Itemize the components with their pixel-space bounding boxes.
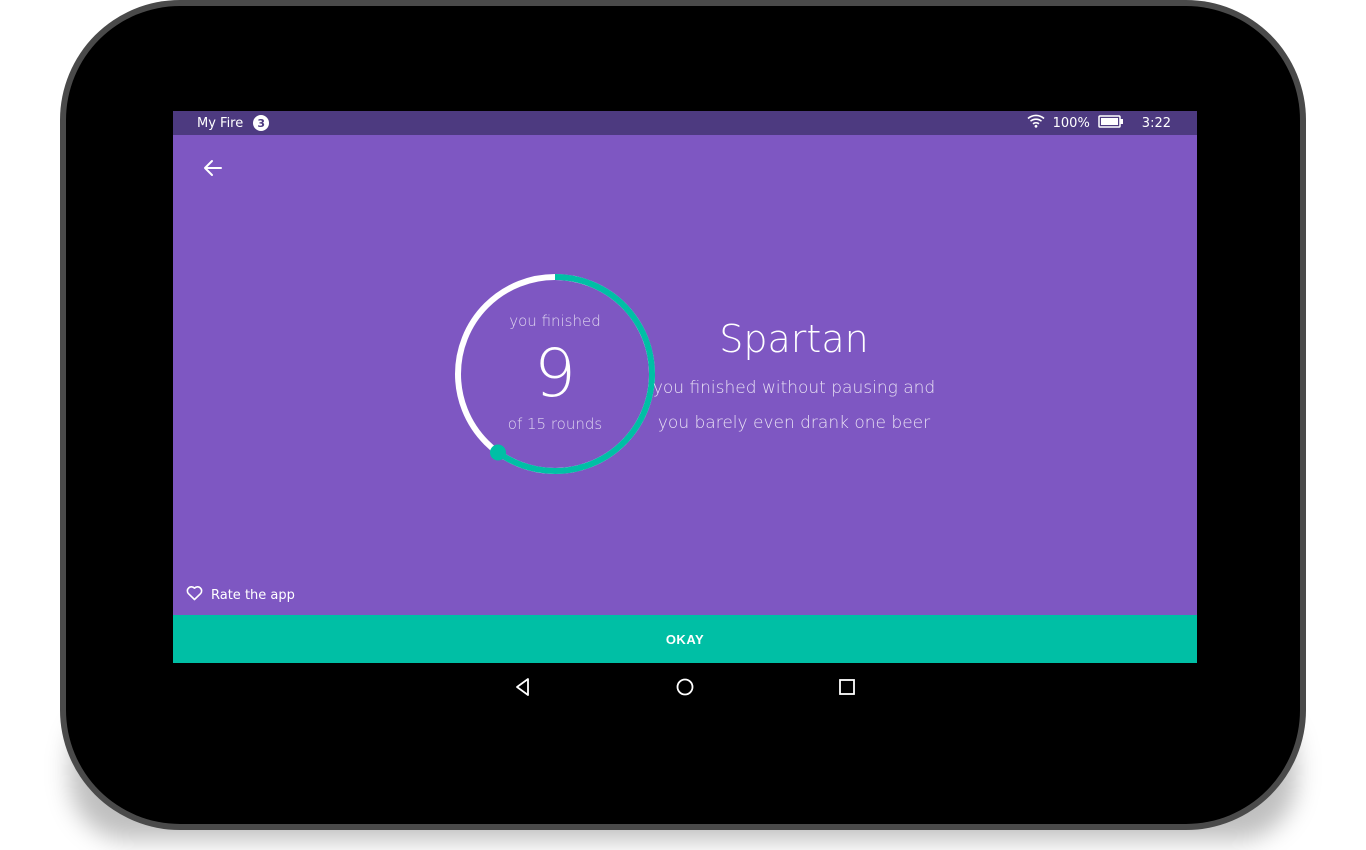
system-nav-bar: [173, 663, 1197, 711]
wifi-icon: [1027, 114, 1045, 132]
okay-button[interactable]: OKAY: [173, 615, 1197, 663]
back-triangle-icon[interactable]: [511, 675, 535, 699]
status-bar: My Fire 3 100% 3:22: [173, 111, 1197, 135]
heart-outline-icon: [186, 585, 203, 605]
result-description-line1: you finished without pausing and: [652, 378, 936, 398]
progress-ring: you finished 9 of 15 rounds: [453, 272, 657, 476]
recents-square-icon[interactable]: [835, 675, 859, 699]
arrow-left-icon[interactable]: [201, 156, 225, 180]
battery-icon: [1098, 114, 1124, 132]
rounds-completed: 9: [534, 335, 576, 412]
app-screen: My Fire 3 100% 3:22 you finished 9 of 15…: [173, 111, 1197, 663]
result-description-line2: you barely even drank one beer: [657, 413, 931, 433]
ring-bottom-label: of 15 rounds: [507, 415, 603, 433]
rate-app-label: Rate the app: [211, 587, 295, 603]
ring-progress-knob: [489, 444, 506, 461]
status-clock: 3:22: [1141, 115, 1171, 131]
status-app-name: My Fire: [197, 115, 244, 131]
status-left: My Fire 3: [197, 111, 270, 135]
home-circle-icon[interactable]: [673, 675, 697, 699]
status-right: 100% 3:22: [1027, 111, 1171, 135]
result-title: Spartan: [719, 317, 869, 361]
rate-app-link[interactable]: Rate the app: [186, 585, 295, 605]
battery-percent: 100%: [1052, 115, 1090, 131]
ring-top-label: you finished: [509, 312, 601, 330]
notification-badge: 3: [253, 115, 270, 131]
